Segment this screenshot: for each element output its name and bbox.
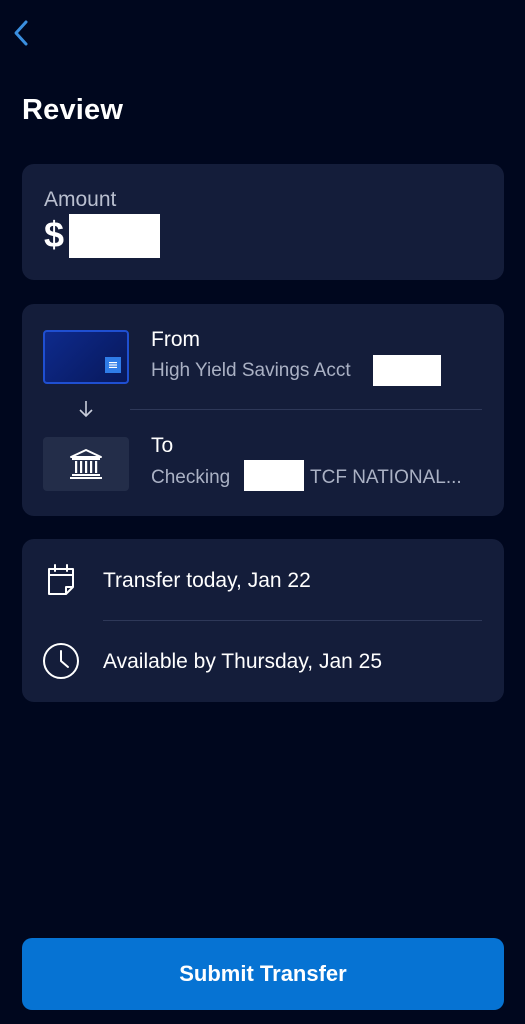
from-label: From [151,328,200,351]
divider [103,620,482,621]
bank-thumbnail [43,437,129,491]
redacted-amount [69,214,160,258]
credit-card-thumbnail [43,330,129,384]
amount-card: Amount $ [22,164,504,280]
redacted-from-account-number [373,355,441,386]
divider [130,409,482,410]
submit-transfer-button[interactable]: Submit Transfer [22,938,504,1010]
redacted-to-account-number [244,460,304,491]
to-label: To [151,434,174,457]
bank-icon [70,449,102,479]
arrow-down-icon [74,397,98,421]
chevron-left-icon [14,20,28,46]
to-bank-name: TCF NATIONAL... [310,467,462,488]
transfer-date-text: Transfer today, Jan 22 [103,569,311,592]
calendar-icon [42,561,80,599]
card-logo-icon [105,357,121,373]
to-account-type: Checking [151,467,231,488]
amount-label: Amount [44,188,117,211]
from-account-name: High Yield Savings Acct [151,360,351,381]
currency-symbol: $ [44,214,65,255]
accounts-card: From High Yield Savings Acct To Checking… [22,304,504,516]
schedule-card: Transfer today, Jan 22 Available by Thur… [22,539,504,702]
back-button[interactable] [6,16,36,50]
page-title: Review [22,94,124,126]
available-date-text: Available by Thursday, Jan 25 [103,650,383,673]
clock-icon [42,642,80,680]
